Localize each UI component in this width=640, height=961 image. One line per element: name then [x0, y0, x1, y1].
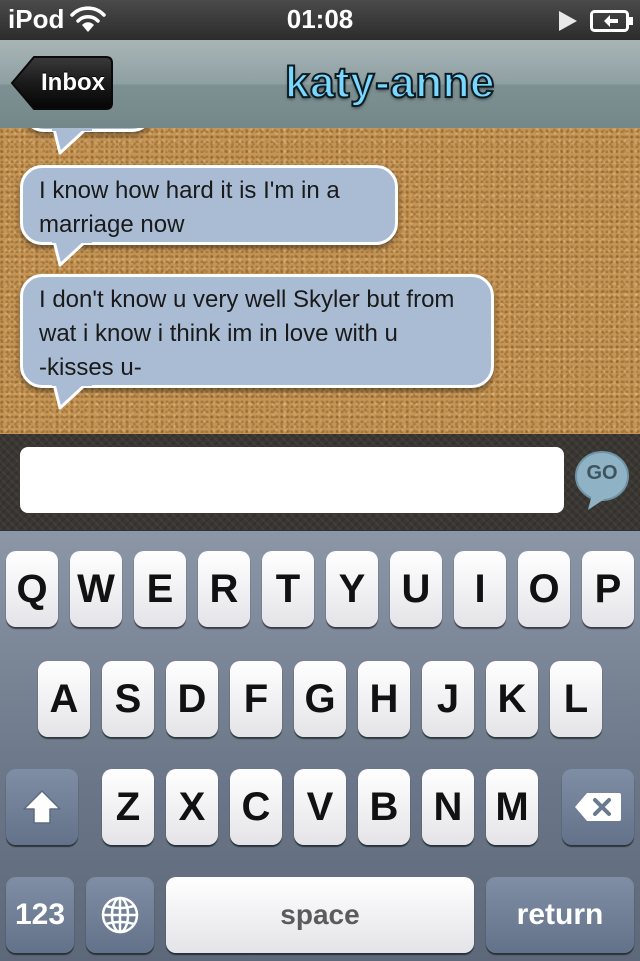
- key-q[interactable]: Q: [6, 551, 58, 627]
- key-j[interactable]: J: [422, 661, 474, 737]
- message-bubble: I know how hard it is I'm in a marriage …: [20, 165, 398, 245]
- message-thread[interactable]: I know how hard it is I'm in a marriage …: [0, 128, 640, 434]
- shift-icon: [23, 790, 61, 824]
- key-l[interactable]: L: [550, 661, 602, 737]
- go-label: GO: [586, 462, 618, 484]
- key-y[interactable]: Y: [326, 551, 378, 627]
- key-i[interactable]: I: [454, 551, 506, 627]
- globe-key[interactable]: [86, 877, 154, 953]
- key-s[interactable]: S: [102, 661, 154, 737]
- key-z[interactable]: Z: [102, 769, 154, 845]
- play-icon: [559, 11, 577, 31]
- key-p[interactable]: P: [582, 551, 634, 627]
- key-r[interactable]: R: [198, 551, 250, 627]
- key-m[interactable]: M: [486, 769, 538, 845]
- key-f[interactable]: F: [230, 661, 282, 737]
- key-d[interactable]: D: [166, 661, 218, 737]
- bubble-tail: [52, 129, 92, 155]
- status-bar: iPod 01:08: [0, 0, 640, 40]
- navigation-bar: Inbox katy-anne: [0, 40, 640, 129]
- return-key[interactable]: return: [486, 877, 634, 953]
- battery-icon: [590, 10, 633, 32]
- key-g[interactable]: G: [294, 661, 346, 737]
- globe-icon: [101, 896, 139, 934]
- conversation-title: katy-anne: [284, 57, 495, 108]
- message-bubble: I don't know u very well Skyler but from…: [20, 274, 494, 388]
- key-u[interactable]: U: [390, 551, 442, 627]
- space-key[interactable]: space: [166, 877, 474, 953]
- key-b[interactable]: B: [358, 769, 410, 845]
- key-x[interactable]: X: [166, 769, 218, 845]
- key-c[interactable]: C: [230, 769, 282, 845]
- key-w[interactable]: W: [70, 551, 122, 627]
- backspace-key[interactable]: [562, 769, 634, 845]
- inbox-back-label: Inbox: [41, 69, 105, 96]
- inbox-back-button[interactable]: Inbox: [10, 55, 114, 111]
- keyboard: Q W E R T Y U I O P A S D F G H J K L Z …: [0, 530, 640, 961]
- go-button[interactable]: GO: [574, 448, 632, 512]
- clock: 01:08: [286, 4, 354, 34]
- numbers-key[interactable]: 123: [6, 877, 74, 953]
- key-o[interactable]: O: [518, 551, 570, 627]
- key-n[interactable]: N: [422, 769, 474, 845]
- bubble-tail: [52, 241, 92, 267]
- key-k[interactable]: K: [486, 661, 538, 737]
- message-text: I know how hard it is I'm in a marriage …: [39, 177, 340, 238]
- key-h[interactable]: H: [358, 661, 410, 737]
- backspace-icon: [575, 793, 621, 821]
- message-text: I don't know u very well Skyler but from…: [39, 286, 478, 381]
- message-input[interactable]: [20, 447, 564, 513]
- shift-key[interactable]: [6, 769, 78, 845]
- key-t[interactable]: T: [262, 551, 314, 627]
- bubble-tail: [52, 384, 92, 410]
- key-v[interactable]: V: [294, 769, 346, 845]
- key-e[interactable]: E: [134, 551, 186, 627]
- compose-bar: GO: [0, 434, 640, 530]
- key-a[interactable]: A: [38, 661, 90, 737]
